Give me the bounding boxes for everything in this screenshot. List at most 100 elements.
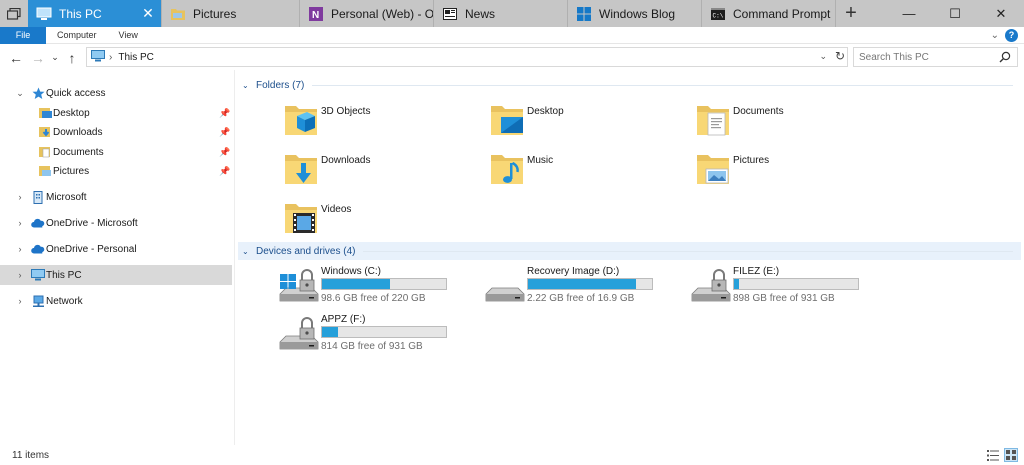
folder-item-desktop[interactable]: Desktop: [489, 102, 689, 146]
tab-label: News: [465, 6, 496, 21]
pictures-folder-icon: [38, 164, 52, 178]
drive-label: APPZ (F:): [321, 314, 366, 325]
drive-usage-fill: [322, 327, 339, 337]
pc-icon: [31, 268, 45, 282]
help-icon[interactable]: ?: [1005, 28, 1018, 42]
collapsed-chevron-icon[interactable]: ›: [15, 270, 25, 280]
group-divider: [312, 84, 1013, 86]
tab-windows-blog[interactable]: Windows Blog: [568, 0, 702, 27]
tab-pictures[interactable]: Pictures: [162, 0, 300, 27]
drive-usage-bar: [733, 278, 859, 290]
status-bar: 11 items: [0, 446, 1024, 465]
address-dropdown-icon[interactable]: ⌄: [819, 51, 827, 62]
tiles-view-icon[interactable]: [1004, 448, 1018, 462]
collapsed-chevron-icon[interactable]: ›: [15, 296, 25, 306]
ribbon-tab-view[interactable]: View: [108, 27, 149, 44]
nav-label: OneDrive - Microsoft: [46, 217, 138, 229]
nav-label: Downloads: [53, 126, 103, 138]
forward-arrow-icon[interactable]: →: [27, 47, 49, 69]
close-window-button[interactable]: ✕: [978, 0, 1024, 27]
ribbon-tab-file[interactable]: File: [0, 26, 46, 44]
nav-quick-desktop[interactable]: Desktop 📌: [0, 103, 232, 123]
cmd-icon: C:\: [710, 6, 726, 22]
breadcrumb-this-pc[interactable]: This PC: [118, 52, 154, 63]
pictures-folder-icon: [697, 155, 729, 184]
collapsed-chevron-icon[interactable]: ›: [15, 244, 25, 254]
group-collapse-icon[interactable]: ⌄: [242, 247, 254, 256]
new-tab-button[interactable]: +: [836, 0, 866, 27]
ribbon-tab-computer[interactable]: Computer: [46, 27, 108, 44]
nav-quick-access[interactable]: ⌄ Quick access: [0, 83, 232, 103]
minimize-button[interactable]: —: [886, 0, 932, 27]
nav-quick-pictures[interactable]: Pictures 📌: [0, 161, 232, 181]
pin-icon[interactable]: 📌: [219, 166, 230, 177]
folder-item-pictures[interactable]: Pictures: [695, 151, 895, 195]
nav-label: This PC: [46, 269, 82, 281]
address-bar[interactable]: › This PC ⌄ ↻: [86, 47, 848, 67]
drive-item-f[interactable]: APPZ (F:) 814 GB free of 931 GB: [279, 314, 479, 358]
onenote-icon: N: [308, 6, 324, 22]
recent-locations-chevron-icon[interactable]: ⌄: [49, 47, 61, 69]
tab-onenote[interactable]: N Personal (Web) - One: [300, 0, 434, 27]
expanded-chevron-icon[interactable]: ⌄: [15, 88, 25, 99]
pane-divider[interactable]: [234, 70, 235, 445]
nav-label: Microsoft: [46, 191, 87, 203]
folder-item-3d-objects[interactable]: 3D Objects: [283, 102, 483, 146]
drive-free-space: 2.22 GB free of 16.9 GB: [527, 293, 635, 304]
group-collapse-icon[interactable]: ⌄: [242, 81, 254, 90]
nav-quick-documents[interactable]: Documents 📌: [0, 142, 232, 162]
details-view-icon[interactable]: [986, 448, 1000, 462]
pc-icon: [91, 49, 105, 65]
nav-label: Network: [46, 295, 83, 307]
up-arrow-icon[interactable]: ↑: [61, 47, 83, 69]
search-box[interactable]: [853, 47, 1018, 67]
folder-item-downloads[interactable]: Downloads: [283, 151, 483, 195]
close-tab-icon[interactable]: ✕: [141, 6, 155, 20]
onedrive-cloud-icon: [31, 242, 45, 256]
tab-news[interactable]: News: [434, 0, 568, 27]
tab-command-prompt[interactable]: C:\ Command Prompt: [702, 0, 836, 27]
videos-folder-icon: [285, 204, 317, 233]
nav-network[interactable]: › Network: [0, 291, 232, 311]
drive-item-c[interactable]: Windows (C:) 98.6 GB free of 220 GB: [279, 266, 479, 310]
drives-group-header[interactable]: ⌄ Devices and drives (4): [238, 242, 1021, 260]
desktop-folder-icon: [38, 106, 52, 120]
building-icon: [31, 190, 45, 204]
nav-onedrive-personal[interactable]: › OneDrive - Personal: [0, 239, 232, 259]
expand-ribbon-icon[interactable]: ⌄: [991, 30, 999, 41]
search-icon[interactable]: [999, 51, 1011, 66]
edge-icon: [576, 6, 592, 22]
content-pane: ⌄ Folders (7) 3D Objects Desktop Documen…: [236, 70, 1024, 445]
folder-item-music[interactable]: Music: [489, 151, 689, 195]
nav-label: Pictures: [53, 165, 90, 177]
nav-label: Desktop: [53, 107, 90, 119]
pin-icon[interactable]: 📌: [219, 108, 230, 119]
group-title: Devices and drives (4): [256, 245, 356, 257]
collapsed-chevron-icon[interactable]: ›: [15, 218, 25, 228]
drive-usage-bar: [321, 278, 447, 290]
folders-group-header[interactable]: ⌄ Folders (7): [238, 76, 1021, 94]
music-folder-icon: [491, 155, 523, 184]
nav-this-pc[interactable]: › This PC: [0, 265, 232, 285]
search-input[interactable]: [859, 51, 999, 63]
collapsed-chevron-icon[interactable]: ›: [15, 192, 25, 202]
maximize-button[interactable]: ☐: [932, 0, 978, 27]
folder-item-videos[interactable]: Videos: [283, 200, 483, 244]
folder-label: Music: [527, 155, 554, 166]
drive-item-d[interactable]: Recovery Image (D:) 2.22 GB free of 16.9…: [485, 266, 685, 310]
nav-label: OneDrive - Personal: [46, 243, 137, 255]
drive-item-e[interactable]: FILEZ (E:) 898 GB free of 931 GB: [691, 266, 891, 310]
group-divider: [363, 250, 1013, 252]
tab-this-pc[interactable]: This PC ✕: [28, 0, 162, 27]
nav-label: Quick access: [46, 87, 106, 99]
nav-quick-downloads[interactable]: Downloads 📌: [0, 122, 232, 142]
svg-text:N: N: [312, 10, 319, 21]
nav-onedrive-microsoft[interactable]: › OneDrive - Microsoft: [0, 213, 232, 233]
pin-icon[interactable]: 📌: [219, 127, 230, 138]
task-view-icon[interactable]: [0, 0, 28, 27]
pin-icon[interactable]: 📌: [219, 147, 230, 158]
nav-microsoft[interactable]: › Microsoft: [0, 187, 232, 207]
refresh-icon[interactable]: ↻: [835, 49, 845, 63]
folder-item-documents[interactable]: Documents: [695, 102, 895, 146]
back-arrow-icon[interactable]: ←: [5, 47, 27, 69]
